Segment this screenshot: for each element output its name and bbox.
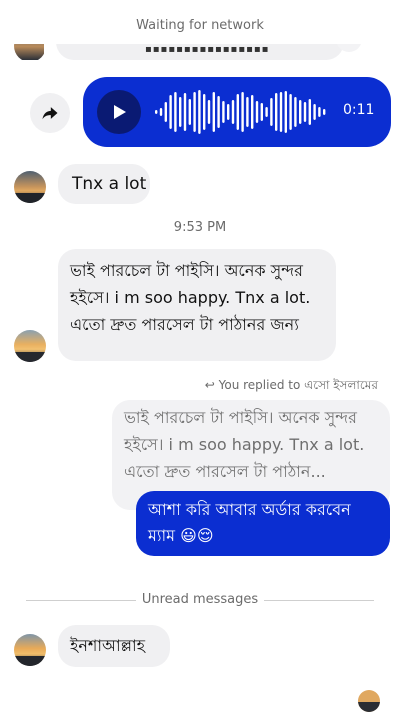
sent-message-bubble[interactable]: আশা করি আবার অর্ডার করবেন ম্যাম 😃😌 (136, 491, 390, 556)
contact-avatar[interactable] (14, 330, 46, 362)
message-bubble[interactable]: Tnx a lot (58, 164, 150, 204)
play-button[interactable] (97, 90, 141, 134)
waveform-bar (265, 107, 268, 117)
waveform-bar (227, 104, 230, 120)
play-icon (114, 105, 126, 119)
audio-waveform (155, 90, 326, 134)
voice-duration: 0:11 (343, 102, 375, 118)
waveform-bar (294, 97, 297, 127)
waveform-bar (174, 92, 177, 132)
waveform-bar (255, 101, 259, 123)
waveform-bar (207, 100, 211, 124)
waveform-bar (260, 103, 263, 121)
waveform-bar (217, 96, 220, 128)
message-text: ইনশাআল্লাহ (70, 636, 146, 655)
message-bubble[interactable]: ইনশাআল্লাহ (58, 625, 170, 667)
network-status-text: Waiting for network (136, 18, 264, 33)
waveform-bar (279, 92, 283, 132)
waveform-bar (169, 95, 172, 129)
waveform-bar (222, 101, 225, 123)
waveform-bar (308, 99, 311, 125)
reply-context-label: ↩ You replied to এসো ইসলামের (205, 377, 378, 397)
contact-avatar[interactable] (14, 634, 46, 666)
waveform-bar (246, 97, 249, 127)
time-divider: 9:53 PM (173, 220, 227, 235)
forward-button[interactable] (30, 93, 70, 133)
waveform-bar (198, 90, 201, 134)
share-arrow-icon (42, 107, 58, 120)
message-text: ভাই পারচেল টা পাইসি। অনেক সুন্দর হইসে। i… (70, 261, 311, 334)
waveform-bar (313, 104, 316, 120)
waveform-bar (303, 102, 307, 122)
waveform-bar (275, 93, 278, 131)
waveform-bar (251, 95, 254, 129)
waveform-bar (193, 92, 196, 132)
waveform-bar (270, 98, 273, 126)
quoted-text: ভাই পারচেল টা পাইসি। অনেক সুন্দর হইসে। i… (124, 408, 365, 481)
waveform-bar (179, 97, 182, 127)
waveform-bar (183, 93, 187, 131)
voice-message-bubble[interactable]: 0:11 (83, 77, 391, 147)
seen-avatar (358, 690, 380, 712)
waveform-bar (323, 109, 326, 115)
previous-message-fragment: ▪▪▪▪▪▪▪▪▪▪▪▪▪▪▪▪ (145, 44, 270, 55)
waveform-bar (284, 91, 287, 133)
waveform-bar (212, 92, 215, 132)
sent-message-text: আশা করি আবার অর্ডার করবেন ম্যাম 😃😌 (148, 500, 351, 545)
waveform-bar (231, 100, 235, 124)
message-bubble[interactable]: ভাই পারচেল টা পাইসি। অনেক সুন্দর হইসে। i… (58, 249, 336, 361)
waveform-bar (159, 108, 163, 116)
waveform-bar (299, 100, 302, 124)
waveform-bar (318, 107, 321, 117)
waveform-bar (236, 94, 239, 130)
reply-arrow-icon: ↩ (204, 378, 215, 392)
waveform-bar (289, 94, 292, 130)
waveform-bar (155, 110, 158, 114)
waveform-bar (203, 94, 206, 130)
reply-context-text: You replied to এসো ইসলামের (218, 378, 378, 392)
waveform-bar (188, 99, 191, 125)
waveform-bar (164, 102, 167, 122)
waveform-bar (241, 92, 244, 132)
unread-divider-label: Unread messages (141, 592, 259, 607)
network-status: Waiting for network (0, 0, 400, 44)
message-text: Tnx a lot (72, 174, 147, 194)
contact-avatar[interactable] (14, 171, 46, 203)
